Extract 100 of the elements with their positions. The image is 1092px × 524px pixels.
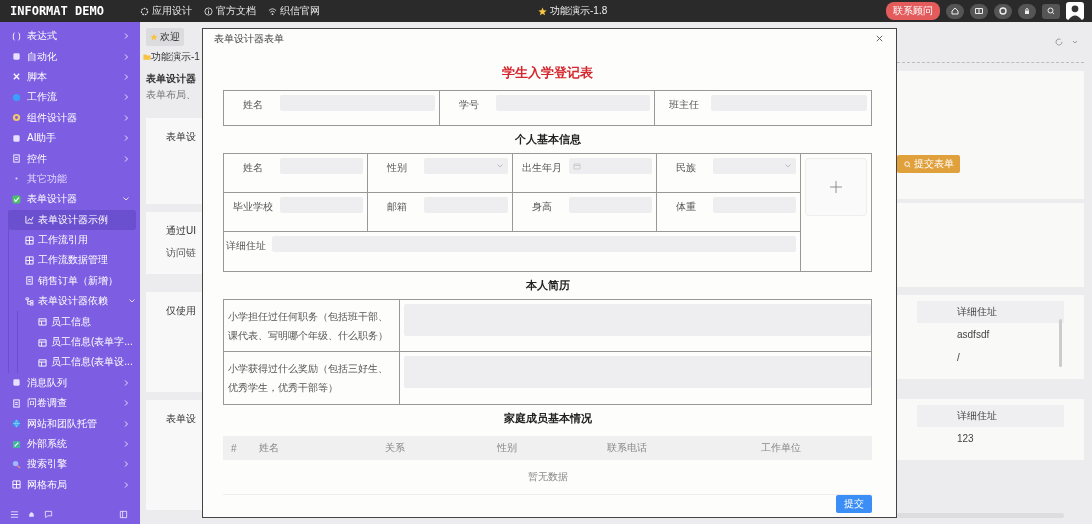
scrollbar[interactable] [897,513,1064,518]
logo: INFORMAT DEMO [9,4,105,18]
check-icon [12,194,21,204]
sidebar-item[interactable]: 组件设计器 [0,107,140,128]
braces-icon [12,31,21,41]
select-field[interactable] [424,158,508,174]
answer-box[interactable] [404,356,871,388]
square-icon [12,52,21,62]
search-icon [903,159,912,169]
star-icon [538,6,547,16]
sidebar-item[interactable]: 销售订单（新增） [9,270,140,292]
book-icon[interactable] [970,3,988,19]
folder-icon [143,53,151,61]
chevron-right-icon [122,154,130,163]
chevron-right-icon [122,440,130,448]
refresh-icon[interactable] [1054,37,1064,47]
card-title: 表单设 [166,130,197,144]
sidebar-item[interactable]: 消息队列 [0,372,140,394]
sidebar-item[interactable]: 表达式 [0,26,140,47]
nav-link[interactable]: 官方文档 [204,4,256,18]
question-label: 小学担任过任何职务（包括班干部、课代表、写明哪个年级、什么职务） [228,311,388,341]
column-header: 关系 [385,441,406,455]
modal-title: 表单设计器表单 [214,31,284,46]
submit-button[interactable]: 提交 [836,495,872,513]
nav-link[interactable]: 应用设计 [140,4,192,18]
field-label: 身高 [530,200,553,214]
chevron-right-icon [122,52,130,61]
sidebar-item[interactable]: 工作流数据管理 [9,250,140,271]
globe-icon [12,419,21,429]
search-icon[interactable] [1042,3,1060,19]
question-label: 小学获得过什么奖励（包括三好生、优秀学生，优秀干部等） [228,363,388,393]
close-icon[interactable] [875,34,884,43]
settings-icon[interactable] [994,3,1012,19]
sidebar-item[interactable]: 表单设计器依赖 [9,291,140,312]
menu-icon[interactable] [10,509,19,519]
field-label: 班主任 [668,98,701,112]
column-header: 工作单位 [761,441,802,455]
column-header: 性别 [497,441,518,455]
chevron-right-icon [122,378,130,387]
tab[interactable]: 欢迎 [146,28,184,46]
sidebar-item[interactable]: 搜索引擎 [0,454,140,475]
table-icon [38,337,47,347]
field-label: 毕业学校 [232,200,274,214]
date-field[interactable] [568,158,652,174]
grid-icon [25,256,34,265]
bell-icon[interactable] [27,509,36,519]
sidebar-item[interactable]: 控件 [0,148,140,169]
avatar[interactable] [1066,2,1084,20]
photo-upload[interactable] [805,158,867,216]
sidebar-item[interactable]: 工作流 [0,87,140,108]
section-title: 本人简历 [524,278,571,293]
column-header: # [231,442,238,454]
sidebar-item[interactable]: 员工信息(表单字... [18,331,140,353]
column-header: 联系电话 [607,441,648,455]
sidebar-item[interactable]: 表单设计器示例 [9,209,136,230]
lock-icon[interactable] [1018,3,1036,19]
chevron-right-icon [122,399,130,408]
field-label: 体重 [674,200,697,214]
tree-icon [25,296,34,306]
nav-link[interactable]: 织信官网 [268,4,320,18]
card-text: 访问链 [166,246,197,260]
chat-icon[interactable] [44,509,53,519]
sidebar-item[interactable]: 表单设计器 [0,189,140,210]
sidebar-item[interactable]: 网站和团队托管 [0,413,140,434]
document-icon [12,154,21,164]
sidebar-item[interactable]: AI助手 [0,127,140,149]
sidebar-item[interactable]: 员工信息(表单设... [18,352,140,373]
cross-icon [12,72,21,82]
chevron-right-icon [122,32,130,41]
scrollbar[interactable] [1059,319,1062,367]
chevron-right-icon [122,419,130,428]
form-title: 学生入学登记表 [501,64,594,82]
collapse-icon[interactable] [119,509,128,519]
select-field[interactable] [712,158,796,174]
table-icon [38,357,47,367]
field-label: 性别 [386,161,409,175]
caret-icon [784,162,792,170]
field-label: 出生年月 [520,161,563,175]
section-title: 个人基本信息 [513,132,582,147]
sidebar-item[interactable]: 外部系统 [0,433,140,455]
breadcrumb[interactable]: 功能演示-1 [151,50,200,64]
table-cell: 123 [957,433,974,444]
home-icon[interactable] [946,3,964,19]
section-title: 家庭成员基本情况 [502,411,593,426]
field-label: 邮箱 [386,200,409,214]
page-title: 表单设计器 [146,72,197,86]
sidebar-item[interactable]: 问卷调查 [0,393,140,414]
contact-button[interactable]: 联系顾问 [886,2,940,20]
circle-icon [12,92,21,102]
square-icon [12,133,21,143]
sidebar-item[interactable]: 工作流引用 [9,229,140,251]
sidebar-item[interactable]: 脚本 [0,66,140,88]
sidebar-item[interactable]: 员工信息 [18,311,140,332]
answer-box[interactable] [404,304,871,336]
card-title: 通过UI [166,224,197,238]
sidebar-item[interactable]: 自动化 [0,46,140,67]
sidebar-item[interactable]: 网格布局 [0,474,140,495]
grid-icon [25,235,34,245]
table-cell: asdfsdf [957,329,990,340]
calendar-icon [572,162,581,170]
